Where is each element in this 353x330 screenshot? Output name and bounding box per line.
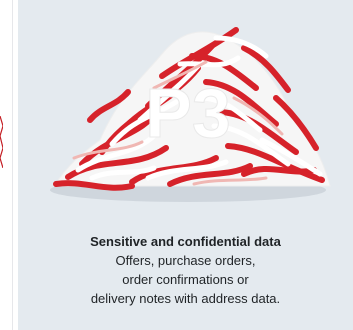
description-line-3: delivery notes with address data.: [90, 291, 281, 306]
security-level-title: Sensitive and confidential data: [90, 234, 281, 249]
left-accent-mark: [0, 116, 3, 168]
shredded-paper-icon: P3: [50, 27, 331, 202]
shredder-security-card-page: P3 Sensitive and confidential data Offer…: [0, 0, 353, 330]
description-line-2: order confirmations or: [122, 272, 249, 287]
left-divider: [12, 0, 13, 330]
security-level-label: P3: [145, 74, 231, 152]
security-level-caption: Sensitive and confidential data Offers, …: [18, 232, 353, 308]
security-level-card: P3 Sensitive and confidential data Offer…: [18, 0, 353, 330]
description-line-1: Offers, purchase orders,: [115, 253, 256, 268]
